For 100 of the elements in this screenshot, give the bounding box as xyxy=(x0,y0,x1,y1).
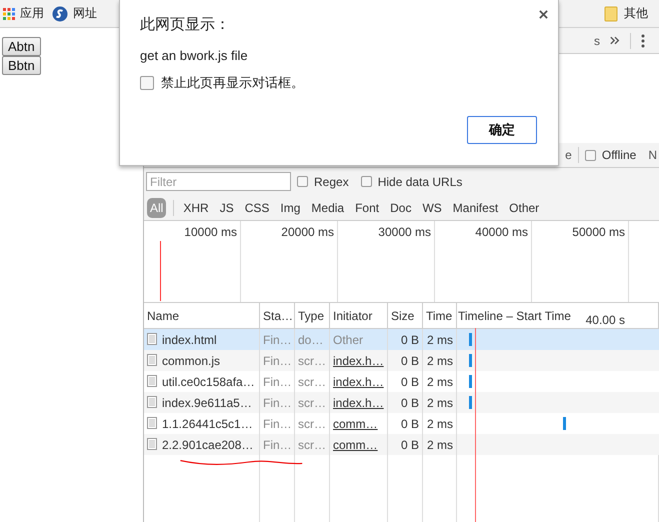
tick-label: 20000 ms xyxy=(281,225,334,239)
regex-checkbox[interactable] xyxy=(297,176,308,187)
page-button[interactable]: Bbtn xyxy=(2,56,41,75)
apps-grid-icon xyxy=(3,8,15,20)
size-text: 0 B xyxy=(400,396,419,410)
toolbar-label: e xyxy=(565,148,572,162)
page-button[interactable]: Abtn xyxy=(2,37,41,56)
more-tabs-icon[interactable] xyxy=(610,36,620,45)
request-row[interactable]: 2.2.901cae208… Fin… scr… comm… 0 B 2 ms xyxy=(144,434,659,455)
menu-icon[interactable] xyxy=(641,34,645,48)
file-name: 1.1.26441c5c1… xyxy=(162,417,253,431)
waterfall-bar xyxy=(469,396,472,409)
hide-data-urls-label: Hide data URLs xyxy=(378,174,462,188)
file-name: util.ce0c158afa… xyxy=(162,375,255,389)
folder-icon xyxy=(603,6,619,22)
dialog-message: get an bwork.js file xyxy=(140,48,248,63)
type-text: do… xyxy=(298,333,324,347)
column-header[interactable]: Sta… xyxy=(263,309,294,323)
bookmark[interactable]: 应用 xyxy=(3,5,44,22)
type-filter[interactable]: Img xyxy=(278,198,302,216)
file-icon xyxy=(147,438,157,450)
timeline-scale: 40.00 s xyxy=(586,312,626,328)
s-logo-icon xyxy=(52,6,68,22)
column-header[interactable]: Size xyxy=(391,309,414,323)
time-text: 2 ms xyxy=(426,417,453,431)
initiator-text[interactable]: index.h… xyxy=(333,354,384,368)
status-text: Fin… xyxy=(263,333,292,347)
waterfall-bar xyxy=(469,354,472,367)
file-icon xyxy=(147,417,157,429)
suppress-checkbox[interactable] xyxy=(140,76,154,90)
size-text: 0 B xyxy=(400,438,419,452)
status-text: Fin… xyxy=(263,438,292,452)
offline-label: Offline xyxy=(602,148,636,162)
size-text: 0 B xyxy=(400,375,419,389)
waterfall-bar xyxy=(563,417,566,430)
column-header[interactable]: Timeline – Start Time xyxy=(458,309,571,328)
file-name: index.9e611a5… xyxy=(162,396,252,410)
dialog-title: 此网页显示： xyxy=(140,15,230,34)
time-text: 2 ms xyxy=(426,396,453,410)
time-text: 2 ms xyxy=(426,438,453,452)
type-text: scr… xyxy=(298,438,326,452)
column-header[interactable]: Initiator xyxy=(333,309,372,323)
status-text: Fin… xyxy=(263,354,292,368)
type-filter[interactable]: Manifest xyxy=(450,198,500,216)
type-filter[interactable]: WS xyxy=(420,198,444,216)
column-header[interactable]: Type xyxy=(298,309,324,323)
suppress-label: 禁止此页再显示对话框。 xyxy=(161,74,304,92)
time-text: 2 ms xyxy=(426,333,453,347)
request-row[interactable]: index.9e611a5… Fin… scr… index.h… 0 B 2 ms xyxy=(144,392,659,413)
waterfall-bar xyxy=(469,375,472,388)
tick-label: 40000 ms xyxy=(475,225,528,239)
request-row[interactable]: index.html Fin… do… Other 0 B 2 ms xyxy=(144,329,659,350)
type-filter[interactable]: JS xyxy=(218,198,236,216)
tab-label[interactable]: s xyxy=(594,34,600,48)
initiator-text[interactable]: comm… xyxy=(333,438,378,452)
type-filter[interactable]: Media xyxy=(309,198,346,216)
type-text: scr… xyxy=(298,375,326,389)
file-name: common.js xyxy=(162,354,220,368)
type-filter[interactable]: Font xyxy=(353,198,382,216)
file-icon xyxy=(147,375,157,387)
size-text: 0 B xyxy=(400,354,419,368)
size-text: 0 B xyxy=(400,417,419,431)
type-filter[interactable]: Doc xyxy=(388,198,414,216)
time-text: 2 ms xyxy=(426,354,453,368)
column-header[interactable]: Name xyxy=(147,309,180,323)
hide-data-urls-checkbox[interactable] xyxy=(360,176,372,187)
ok-button[interactable]: 确定 xyxy=(467,116,537,144)
size-text: 0 B xyxy=(400,333,419,347)
type-filter[interactable]: XHR xyxy=(181,198,211,216)
file-icon xyxy=(147,333,157,345)
status-text: Fin… xyxy=(263,396,292,410)
column-header[interactable]: Time xyxy=(426,309,452,323)
file-icon xyxy=(147,354,157,366)
status-text: Fin… xyxy=(263,375,292,389)
initiator-text[interactable]: comm… xyxy=(333,417,378,431)
file-name: 2.2.901cae208… xyxy=(162,438,254,452)
type-text: scr… xyxy=(298,396,326,410)
time-text: 2 ms xyxy=(426,375,453,389)
file-icon xyxy=(147,396,157,408)
filter-field[interactable]: Filter xyxy=(146,172,291,191)
offline-checkbox[interactable] xyxy=(584,150,596,160)
type-filter[interactable]: Other xyxy=(507,198,542,216)
type-text: scr… xyxy=(298,354,326,368)
waterfall-bar xyxy=(469,333,472,346)
status-text: Fin… xyxy=(263,417,292,431)
type-text: scr… xyxy=(298,417,326,431)
tick-label: 10000 ms xyxy=(184,225,237,239)
initiator-text[interactable]: index.h… xyxy=(333,396,384,410)
type-filter[interactable]: CSS xyxy=(242,198,272,216)
load-marker-line xyxy=(160,241,161,301)
bookmark[interactable]: 其他 xyxy=(603,5,648,22)
file-name: index.html xyxy=(162,333,217,347)
regex-label: Regex xyxy=(314,174,349,188)
initiator-text: Other xyxy=(333,333,364,347)
request-row[interactable]: common.js Fin… scr… index.h… 0 B 2 ms xyxy=(144,350,659,371)
initiator-text[interactable]: index.h… xyxy=(333,375,384,389)
bookmark[interactable]: 网址 xyxy=(52,5,97,22)
close-icon[interactable] xyxy=(539,10,548,19)
tick-label: 50000 ms xyxy=(572,225,625,239)
tick-label: 30000 ms xyxy=(378,225,431,239)
